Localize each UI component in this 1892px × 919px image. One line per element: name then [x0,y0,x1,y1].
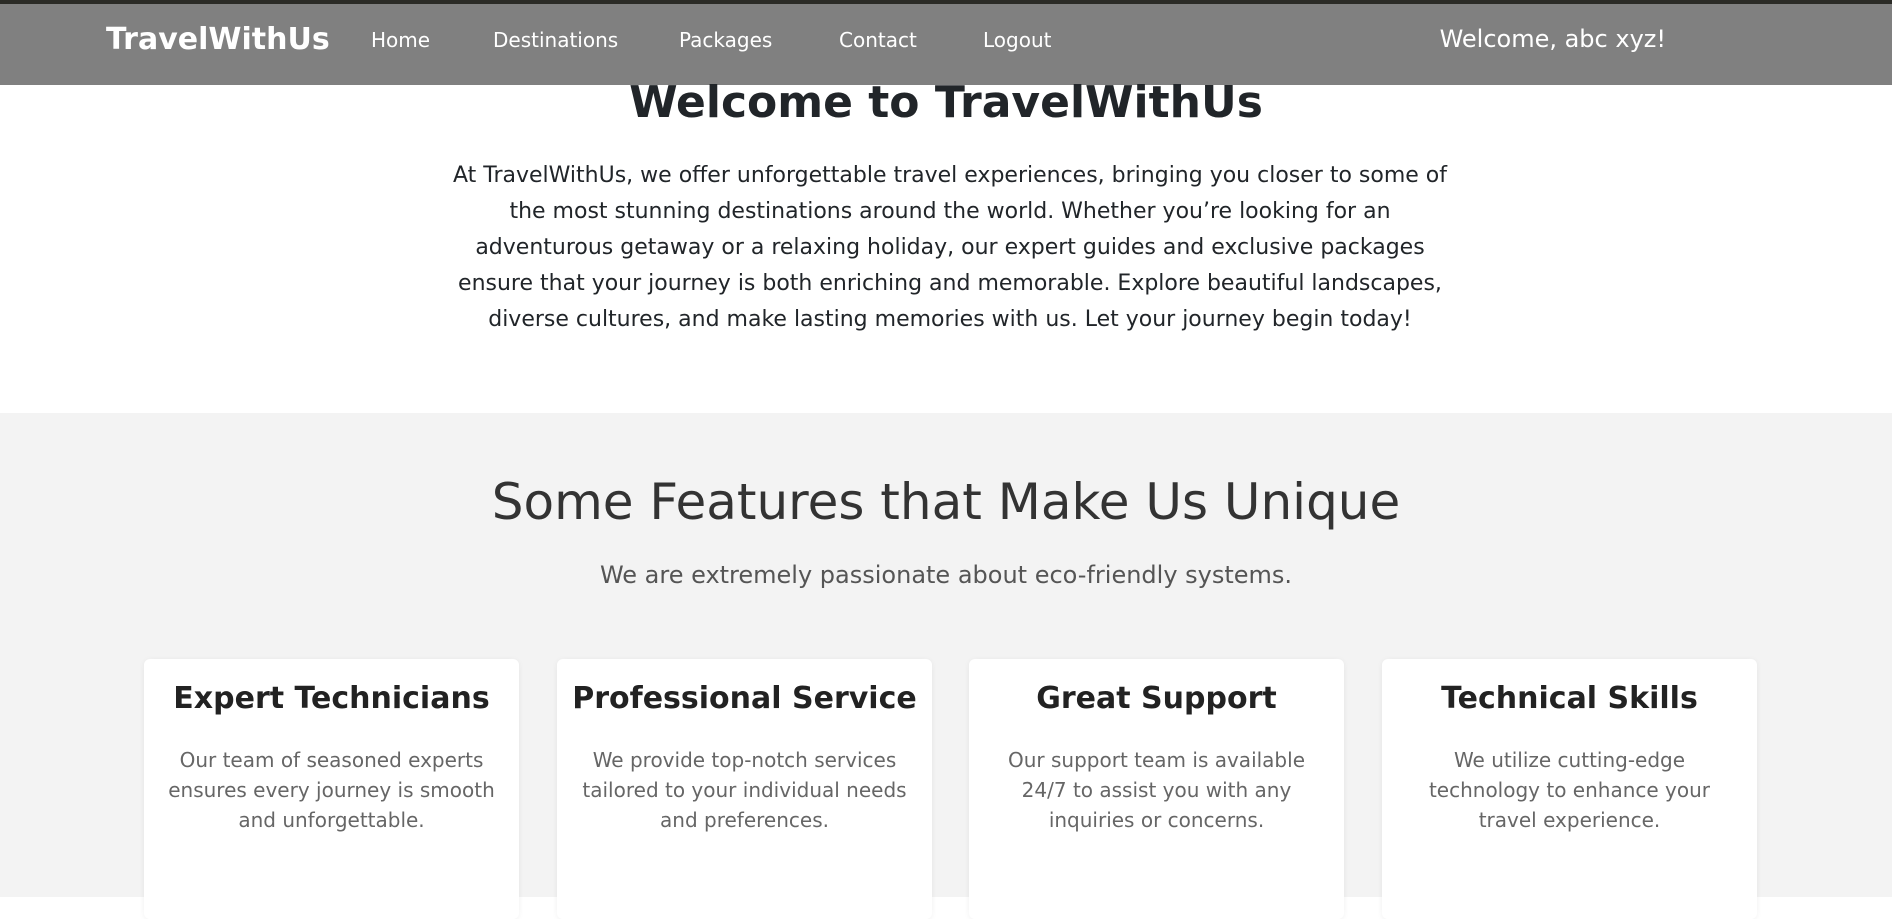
feature-card-title: Expert Technicians [173,681,490,716]
page-title: Welcome to TravelWithUs [629,77,1263,128]
nav-packages[interactable]: Packages [679,28,772,52]
feature-card-text: We provide top-notch services tailored t… [582,748,907,832]
feature-card-text: We utilize cutting-edge technology to en… [1428,748,1711,832]
nav-contact[interactable]: Contact [839,28,917,52]
feature-card-title: Technical Skills [1441,681,1698,716]
feature-card-text: Our team of seasoned experts ensures eve… [168,748,495,832]
intro-paragraph: At TravelWithUs, we offer unforgettable … [452,163,1447,332]
feature-card-text: Our support team is available 24/7 to as… [1008,748,1305,832]
features-heading: Some Features that Make Us Unique [491,473,1401,531]
feature-card-professional-service: Professional Service We provide top-notc… [557,659,932,919]
feature-card-technical-skills: Technical Skills We utilize cutting-edge… [1382,659,1757,919]
welcome-user-text: Welcome, abc xyz! [1439,25,1666,53]
features-subheading: We are extremely passionate about eco-fr… [599,561,1293,589]
features-section: Some Features that Make Us Unique We are… [0,413,1892,919]
navbar: TravelWithUs Home Destinations Packages … [0,4,1892,85]
hero-section: Welcome to TravelWithUs At TravelWithUs,… [0,77,1892,413]
feature-card-title: Professional Service [572,681,917,716]
feature-card-expert-technicians: Expert Technicians Our team of seasoned … [144,659,519,919]
brand-logo[interactable]: TravelWithUs [106,22,330,57]
nav-destinations[interactable]: Destinations [493,28,618,52]
feature-card-title: Great Support [1036,681,1277,716]
feature-card-great-support: Great Support Our support team is availa… [969,659,1344,919]
nav-logout[interactable]: Logout [983,28,1051,52]
nav-home[interactable]: Home [371,28,430,52]
